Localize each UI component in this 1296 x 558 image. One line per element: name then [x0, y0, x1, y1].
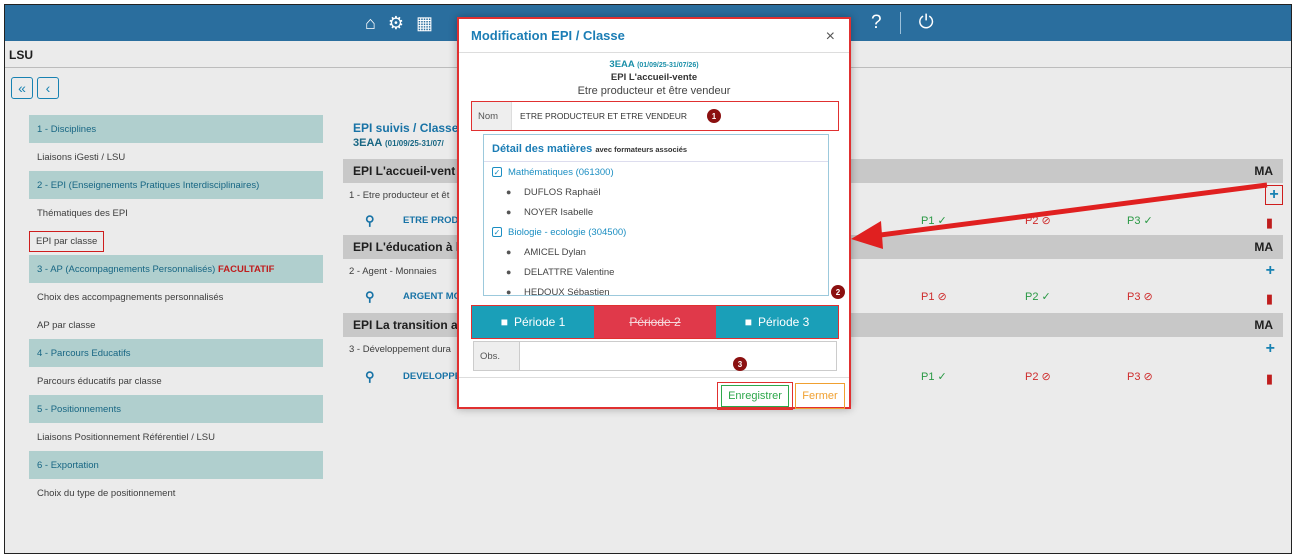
period-status: P3 ⊘ [1127, 291, 1153, 303]
epi-line: 1 - Etre producteur et êt [349, 190, 450, 201]
top-right-icons: ? ⏻ [871, 5, 934, 41]
save-button-label: Enregistrer [721, 385, 789, 407]
main-subtitle: 3EAA (01/09/25-31/07/ [353, 137, 444, 149]
teacher-item: ● DELATTRE Valentine [506, 266, 615, 278]
separator [899, 12, 901, 34]
sidebar-item-epi-par-classe[interactable]: EPI par classe [29, 227, 323, 255]
class-code: 3EAA (01/09/25-31/07/26) [609, 59, 699, 70]
step-badge: 3 [733, 357, 747, 371]
sidebar-item-parcours-par-classe[interactable]: Parcours éducatifs par classe [29, 367, 323, 395]
sidebar-item-ap[interactable]: 3 - AP (Accompagnements Personnalisés) F… [29, 255, 323, 283]
epi-subtitle: Etre producteur et être vendeur [577, 85, 731, 97]
building-icon[interactable]: ▦ [416, 13, 433, 34]
sidebar-item-disciplines[interactable]: 1 - Disciplines [29, 115, 323, 143]
search-icon[interactable]: ⚲ [365, 213, 375, 229]
subject-item[interactable]: ✓ Biologie - ecologie (304500) [484, 222, 828, 242]
save-button[interactable]: Enregistrer [717, 382, 793, 410]
modal-header: Modification EPI / Classe × [459, 19, 849, 53]
modal-footer: Enregistrer Fermer [459, 377, 849, 410]
user-icon: ● [506, 267, 512, 277]
obs-field[interactable]: Obs. [473, 341, 837, 371]
sidebar-item-ap-par-classe[interactable]: AP par classe [29, 311, 323, 339]
close-button[interactable]: Fermer [795, 383, 845, 409]
epi-line: 2 - Agent - Monnaies [349, 266, 437, 277]
sidebar-item-choix-positionnement[interactable]: Choix du type de positionnement [29, 479, 323, 507]
teacher-item: ● AMICEL Dylan [506, 246, 586, 258]
search-icon[interactable]: ⚲ [365, 289, 375, 305]
period-3-button[interactable]: ■ Période 3 [716, 306, 838, 338]
period-status: P2 ⊘ [1025, 371, 1051, 383]
obs-label: Obs. [474, 342, 520, 370]
sidebar-item-thematiques[interactable]: Thématiques des EPI [29, 199, 323, 227]
name-label: Nom [472, 102, 512, 130]
user-icon: ● [506, 287, 512, 297]
sidebar-item-parcours[interactable]: 4 - Parcours Educatifs [29, 339, 323, 367]
teacher-item: ● DUFLOS Raphaël [506, 186, 601, 198]
user-icon: ● [506, 187, 512, 197]
app-window: ⌂ ⚙ ▦ ? ⏻ LSU « ‹ 1 - Disciplines Liaiso… [4, 4, 1292, 554]
modal-title: Modification EPI / Classe [471, 28, 625, 43]
sidebar-item-positionnements[interactable]: 5 - Positionnements [29, 395, 323, 423]
power-icon[interactable]: ⏻ [919, 12, 934, 34]
period-status: P2 ⊘ [1025, 215, 1051, 227]
period-status: P1 ✓ [921, 215, 947, 227]
period-1-button[interactable]: ■ Période 1 [472, 306, 594, 338]
period-buttons: ■ Période 1 Période 2 ■ Période 3 [471, 305, 839, 339]
period-status: P1 ✓ [921, 371, 947, 383]
help-icon[interactable]: ? [871, 12, 882, 34]
sidebar-item-exportation[interactable]: 6 - Exportation [29, 451, 323, 479]
period-status: P2 ✓ [1025, 291, 1051, 303]
details-title: Détail des matières avec formateurs asso… [492, 143, 688, 155]
plus-icon[interactable]: + [1266, 262, 1275, 280]
checkbox-icon[interactable]: ✓ [492, 227, 502, 237]
step-badge: 2 [831, 285, 845, 299]
lock-icon: ■ [500, 315, 508, 329]
main-title: EPI suivis / Classe [353, 121, 459, 135]
trash-icon[interactable]: ▮ [1266, 215, 1273, 231]
home-icon[interactable]: ⌂ [365, 13, 376, 34]
teacher-item: ● NOYER Isabelle [506, 206, 594, 218]
period-2-button[interactable]: Période 2 [594, 306, 716, 338]
checkbox-icon[interactable]: ✓ [492, 167, 502, 177]
sidebar-item-liaisons-igesti[interactable]: Liaisons iGesti / LSU [29, 143, 323, 171]
gears-icon[interactable]: ⚙ [388, 13, 404, 34]
lock-icon: ■ [744, 315, 752, 329]
sidebar-item-choix-ap[interactable]: Choix des accompagnements personnalisés [29, 283, 323, 311]
plus-icon[interactable]: + [1266, 340, 1275, 358]
search-icon[interactable]: ⚲ [365, 369, 375, 385]
collapse-button[interactable]: « [11, 77, 33, 99]
top-icons: ⌂ ⚙ ▦ [365, 5, 433, 41]
sidebar-item-epi[interactable]: 2 - EPI (Enseignements Pratiques Interdi… [29, 171, 323, 199]
close-icon[interactable]: × [826, 28, 835, 46]
subject-item[interactable]: ✓ Mathématiques (061300) [484, 162, 828, 182]
facultatif-badge: FACULTATIF [217, 263, 275, 275]
back-button[interactable]: ‹ [37, 77, 59, 99]
page-title: LSU [9, 48, 33, 62]
user-icon: ● [506, 207, 512, 217]
subjects-panel: Détail des matières avec formateurs asso… [483, 134, 829, 298]
user-icon: ● [506, 247, 512, 257]
step-badge: 1 [707, 109, 721, 123]
period-status: P1 ⊘ [921, 291, 947, 303]
add-button[interactable]: + [1265, 185, 1283, 205]
period-status: P3 ⊘ [1127, 371, 1153, 383]
teacher-item: ● HEDOUX Sébastien [506, 286, 610, 298]
name-input[interactable]: ETRE PRODUCTEUR ET ETRE VENDEUR [512, 111, 687, 121]
plus-icon: + [1269, 186, 1279, 203]
trash-icon[interactable]: ▮ [1266, 291, 1273, 307]
sidebar-item-label: EPI par classe [29, 230, 105, 252]
edit-epi-modal: Modification EPI / Classe × 3EAA (01/09/… [457, 17, 851, 410]
sidebar-item-liaisons-positionnement[interactable]: Liaisons Positionnement Référentiel / LS… [29, 423, 323, 451]
period-status: P3 ✓ [1127, 215, 1153, 227]
name-field[interactable]: Nom ETRE PRODUCTEUR ET ETRE VENDEUR [471, 101, 839, 131]
sidebar: 1 - Disciplines Liaisons iGesti / LSU 2 … [29, 115, 323, 507]
epi-name: EPI L'accueil-vente [610, 72, 698, 83]
trash-icon[interactable]: ▮ [1266, 371, 1273, 387]
epi-line: 3 - Développement dura [349, 344, 451, 355]
